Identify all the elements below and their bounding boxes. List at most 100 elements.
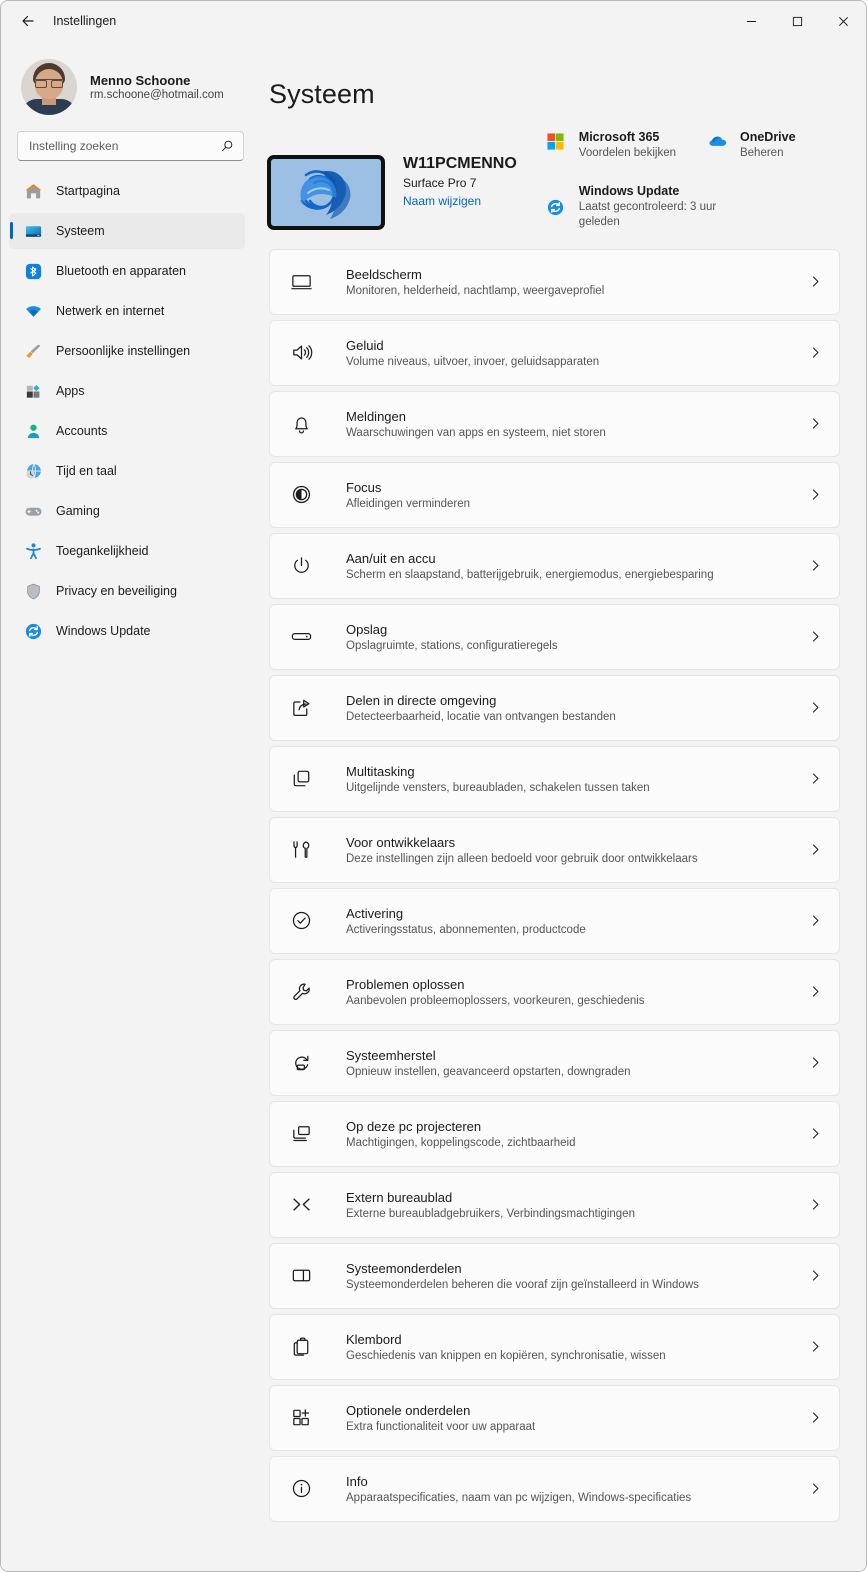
service-title: Windows Update xyxy=(578,184,680,199)
sidebar-item-systeem[interactable]: Systeem xyxy=(9,213,245,249)
minimize-icon xyxy=(746,20,756,22)
row-title: Voor ontwikkelaars xyxy=(346,834,456,850)
close-button[interactable] xyxy=(820,1,866,41)
device-name: W11PCMENNO xyxy=(403,155,517,172)
nearby-share-icon xyxy=(288,695,314,721)
sidebar-item-label: Gaming xyxy=(56,504,100,518)
row-title: Optionele onderdelen xyxy=(346,1402,471,1418)
row-title: Beeldscherm xyxy=(346,266,422,282)
update-icon xyxy=(23,621,43,641)
sidebar-item-label: Startpagina xyxy=(56,184,120,198)
power-icon xyxy=(288,553,314,579)
minimize-button[interactable] xyxy=(728,1,774,41)
row-subtitle: Volume niveaus, uitvoer, invoer, geluids… xyxy=(346,355,600,368)
sidebar-item-label: Systeem xyxy=(56,224,105,238)
focus-icon xyxy=(288,482,314,508)
user-profile[interactable]: Menno Schoone rm.schoone@hotmail.com xyxy=(1,41,259,119)
settings-row-geluid[interactable]: Geluid Volume niveaus, uitvoer, invoer, … xyxy=(269,319,840,386)
settings-row-systeemonderdelen[interactable]: Systeemonderdelen Systeemonderdelen behe… xyxy=(269,1242,840,1309)
clipboard-icon xyxy=(288,1334,314,1360)
settings-row-delen-in-directe-omgeving[interactable]: Delen in directe omgeving Detecteerbaarh… xyxy=(269,674,840,741)
row-title: Focus xyxy=(346,479,382,495)
settings-row-info[interactable]: Info Apparaatspecificaties, naam van pc … xyxy=(269,1455,840,1522)
chevron-right-icon xyxy=(809,559,822,572)
row-title: Opslag xyxy=(346,621,388,637)
network-icon xyxy=(23,301,43,321)
row-subtitle: Apparaatspecificaties, naam van pc wijzi… xyxy=(346,1491,692,1504)
avatar xyxy=(21,59,77,115)
sidebar-item-label: Netwerk en internet xyxy=(56,304,165,318)
chevron-right-icon xyxy=(809,1340,822,1353)
settings-row-extern-bureaublad[interactable]: Extern bureaublad Externe bureaubladgebr… xyxy=(269,1171,840,1238)
settings-row-optionele-onderdelen[interactable]: Optionele onderdelen Extra functionalite… xyxy=(269,1384,840,1451)
microsoft-logo-icon xyxy=(545,130,567,151)
service-microsoft365[interactable]: Microsoft 365 Voordelen bekijken xyxy=(545,130,676,161)
device-hero: W11PCMENNO Surface Pro 7 Naam wijzigen M… xyxy=(267,110,840,231)
multitasking-icon xyxy=(288,766,314,792)
chevron-right-icon xyxy=(809,1127,822,1140)
storage-icon xyxy=(288,624,314,650)
title-bar: Instellingen xyxy=(1,1,866,41)
settings-row-systeemherstel[interactable]: Systeemherstel Opnieuw instellen, geavan… xyxy=(269,1029,840,1096)
rename-device-link[interactable]: Naam wijzigen xyxy=(403,194,517,208)
settings-row-problemen-oplossen[interactable]: Problemen oplossen Aanbevolen probleemop… xyxy=(269,958,840,1025)
maximize-button[interactable] xyxy=(774,1,820,41)
account-icon xyxy=(23,421,43,441)
sidebar-item-label: Apps xyxy=(56,384,85,398)
sidebar-item-accounts[interactable]: Accounts xyxy=(9,413,245,449)
gamepad-icon xyxy=(23,501,43,521)
service-title: Microsoft 365 xyxy=(578,130,660,144)
sidebar-item-apps[interactable]: Apps xyxy=(9,373,245,409)
row-title: Extern bureaublad xyxy=(346,1189,453,1205)
sidebar-item-bluetooth-en-apparaten[interactable]: Bluetooth en apparaten xyxy=(9,253,245,289)
sidebar-item-label: Toegankelijkheid xyxy=(56,544,149,558)
search-box[interactable] xyxy=(17,131,244,161)
settings-row-activering[interactable]: Activering Activeringsstatus, abonnement… xyxy=(269,887,840,954)
row-title: Op deze pc projecteren xyxy=(346,1118,482,1134)
recovery-icon xyxy=(288,1050,314,1076)
bluetooth-icon xyxy=(23,261,43,281)
row-title: Meldingen xyxy=(346,408,406,424)
settings-row-focus[interactable]: Focus Afleidingen verminderen xyxy=(269,461,840,528)
settings-row-meldingen[interactable]: Meldingen Waarschuwingen van apps en sys… xyxy=(269,390,840,457)
settings-window: Instellingen Menno Schoone rm.schoone@ho… xyxy=(0,0,867,1572)
accessibility-icon xyxy=(23,541,43,561)
onedrive-icon xyxy=(706,130,728,149)
settings-row-beeldscherm[interactable]: Beeldscherm Monitoren, helderheid, nacht… xyxy=(269,248,840,315)
settings-row-klembord[interactable]: Klembord Geschiedenis van knippen en kop… xyxy=(269,1313,840,1380)
row-title: Problemen oplossen xyxy=(346,976,465,992)
settings-row-multitasking[interactable]: Multitasking Uitgelijnde vensters, burea… xyxy=(269,745,840,812)
sidebar-item-gaming[interactable]: Gaming xyxy=(9,493,245,529)
settings-row-opslag[interactable]: Opslag Opslagruimte, stations, configura… xyxy=(269,603,840,670)
chevron-right-icon xyxy=(809,275,822,288)
sidebar-item-windows-update[interactable]: Windows Update xyxy=(9,613,245,649)
shield-icon xyxy=(23,581,43,601)
sidebar-item-startpagina[interactable]: Startpagina xyxy=(9,173,245,209)
sidebar-item-privacy-en-beveiliging[interactable]: Privacy en beveiliging xyxy=(9,573,245,609)
app-title: Instellingen xyxy=(53,14,117,28)
row-title: Geluid xyxy=(346,337,384,353)
back-button[interactable] xyxy=(11,5,45,37)
search-input[interactable] xyxy=(29,139,220,153)
settings-row-op-deze-pc-projecteren[interactable]: Op deze pc projecteren Machtigingen, kop… xyxy=(269,1100,840,1167)
sidebar-item-persoonlijke-instellingen[interactable]: Persoonlijke instellingen xyxy=(9,333,245,369)
settings-row-aan-uit-en-accu[interactable]: Aan/uit en accu Scherm en slaapstand, ba… xyxy=(269,532,840,599)
apps-icon xyxy=(23,381,43,401)
sidebar-item-toegankelijkheid[interactable]: Toegankelijkheid xyxy=(9,533,245,569)
service-subtitle: Laatst gecontroleerd: 3 uur geleden xyxy=(578,201,717,229)
service-subtitle: Voordelen bekijken xyxy=(578,147,676,159)
chevron-right-icon xyxy=(809,843,822,856)
chevron-right-icon xyxy=(809,1269,822,1282)
settings-list: Beeldscherm Monitoren, helderheid, nacht… xyxy=(267,248,840,1522)
chevron-right-icon xyxy=(809,1056,822,1069)
bell-icon xyxy=(288,411,314,437)
chevron-right-icon xyxy=(809,630,822,643)
sidebar-item-tijd-en-taal[interactable]: Tijd en taal xyxy=(9,453,245,489)
settings-row-voor-ontwikkelaars[interactable]: Voor ontwikkelaars Deze instellingen zij… xyxy=(269,816,840,883)
window-controls xyxy=(728,1,866,41)
service-windows-update[interactable]: Windows Update Laatst gecontroleerd: 3 u… xyxy=(545,184,840,230)
brush-icon xyxy=(23,341,43,361)
service-onedrive[interactable]: OneDrive Beheren xyxy=(706,130,796,161)
sidebar-item-netwerk-en-internet[interactable]: Netwerk en internet xyxy=(9,293,245,329)
windows-bloom-image xyxy=(300,169,351,219)
